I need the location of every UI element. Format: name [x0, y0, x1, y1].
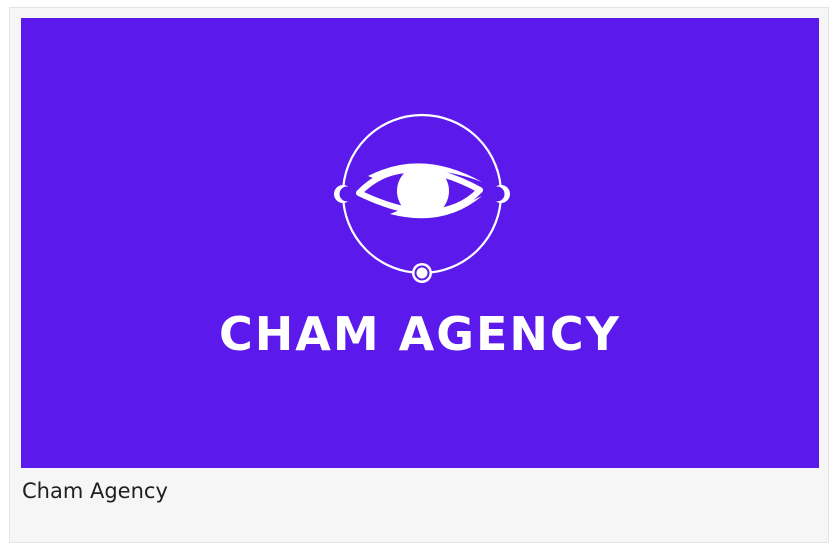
- eye-in-circle-icon: [334, 113, 510, 283]
- banner-image[interactable]: CHAM AGENCY: [21, 18, 819, 468]
- brand-wordmark: CHAM AGENCY: [219, 307, 621, 361]
- image-caption[interactable]: Cham Agency: [22, 476, 168, 506]
- image-card[interactable]: CHAM AGENCY Cham Agency: [9, 7, 829, 543]
